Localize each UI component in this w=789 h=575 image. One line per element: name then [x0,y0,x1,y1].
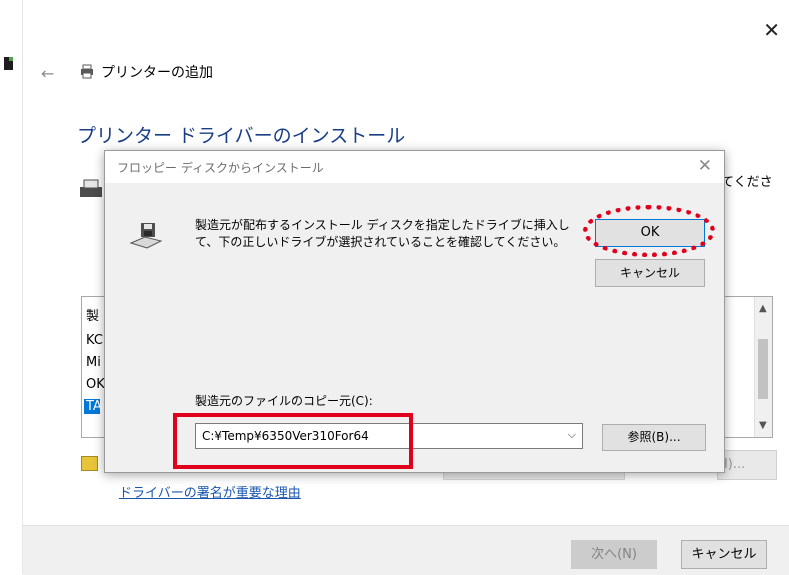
list-item[interactable]: KC [86,333,103,348]
signature-info-link[interactable]: ドライバーの署名が重要な理由 [119,482,301,501]
back-arrow-icon[interactable]: ← [41,64,54,83]
instruction-text-fragment: てくださ [721,175,773,190]
close-icon[interactable]: ✕ [698,156,712,176]
browse-button[interactable]: 参照(B)... [602,424,706,451]
page-heading: プリンター ドライバーのインストール [77,125,406,147]
list-scrollbar[interactable]: ▲ ▼ [754,297,772,437]
dialog-titlebar: フロッピー ディスクからインストール ✕ [105,151,724,183]
certificate-icon [81,456,98,471]
scroll-thumb[interactable] [758,339,768,399]
list-item-selected[interactable]: TA [84,399,102,414]
dialog-message: 製造元が配布するインストール ディスクを指定したドライブに挿入して、下の正しいド… [195,218,570,249]
dialog-cancel-button[interactable]: キャンセル [595,259,705,287]
desktop-strip [0,0,22,574]
desktop-app-icon [4,57,13,70]
ok-annotation-circle [583,205,715,257]
list-item[interactable]: OK [86,377,105,392]
list-item[interactable]: 製 [86,305,99,324]
copy-from-label: 製造元のファイルのコピー元(C): [195,394,373,408]
wizard-title: プリンターの追加 [101,65,213,81]
printer-icon [80,179,102,197]
have-disk-button[interactable]: H)... [717,450,777,480]
install-from-disk-dialog: フロッピー ディスクからインストール ✕ 製造元が配布するインストール ディスク… [104,150,725,473]
scroll-down-icon[interactable]: ▼ [759,420,767,431]
list-item[interactable]: Mi [86,355,101,370]
cancel-button[interactable]: キャンセル [681,540,767,569]
wizard-footer: 次へ(N) キャンセル [23,525,789,575]
close-icon[interactable]: ✕ [763,20,780,40]
path-annotation-box [173,413,413,469]
next-button[interactable]: 次へ(N) [571,540,657,569]
dialog-title: フロッピー ディスクからインストール [117,161,324,175]
floppy-disk-icon [129,223,163,249]
scroll-up-icon[interactable]: ▲ [759,303,767,314]
printer-icon [81,64,93,79]
chevron-down-icon[interactable]: ⌵ [568,428,576,442]
